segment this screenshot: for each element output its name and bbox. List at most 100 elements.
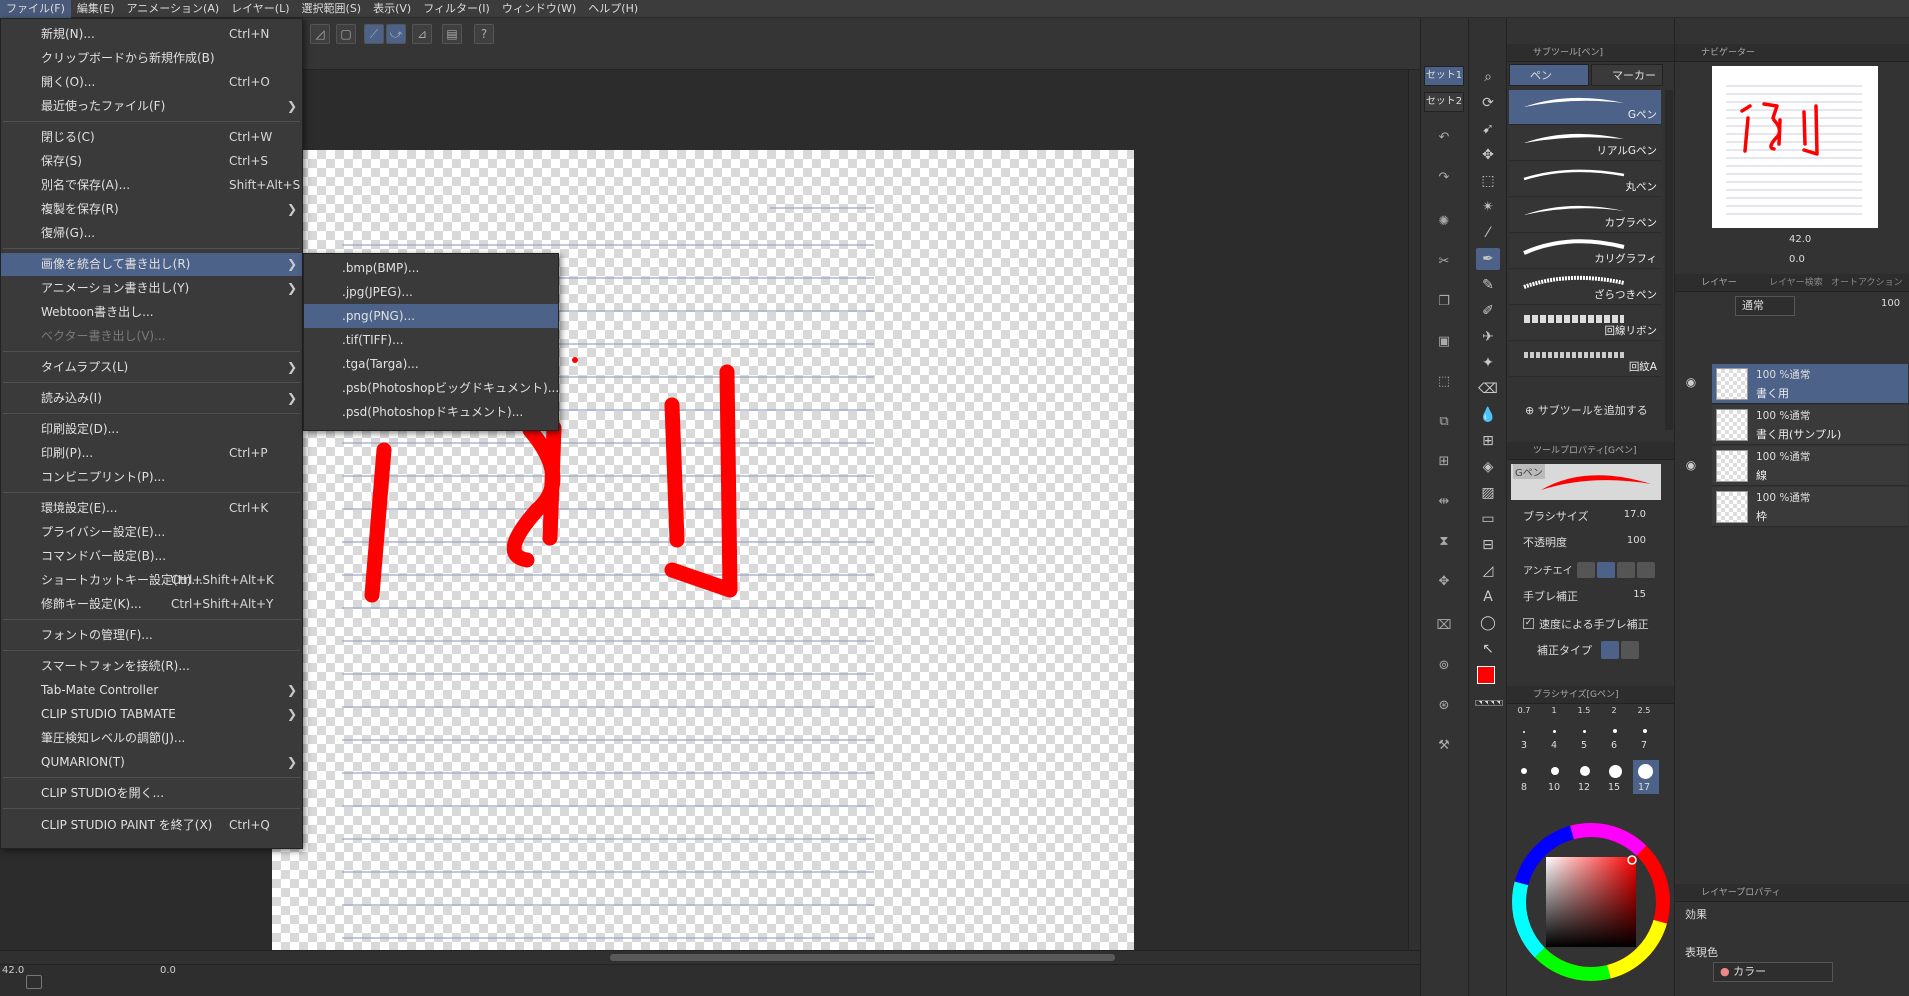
eye-icon[interactable]: ◉ [1683, 458, 1699, 472]
transform-icon[interactable]: ⬚ [1436, 374, 1452, 390]
tab-set-1[interactable]: セット1 [1424, 66, 1464, 86]
menu-item-timelapse[interactable]: タイムラプス(L) ❯ [1, 356, 302, 379]
layer-row[interactable]: 100 %通常 書く用 [1712, 364, 1908, 404]
menu-item-revert[interactable]: 復帰(G)... [1, 222, 302, 245]
screen-icon[interactable]: ⌧ [1436, 618, 1452, 634]
move-layer-icon[interactable]: ✥ [1436, 574, 1452, 590]
menu-item-quit[interactable]: CLIP STUDIO PAINT を終了(X) Ctrl+Q [1, 814, 302, 837]
antialias-row[interactable]: アンチエイ [1509, 558, 1664, 582]
menu-item-print-settings[interactable]: 印刷設定(D)... [1, 418, 302, 441]
brush-calligraphy[interactable]: カリグラフィ [1509, 234, 1661, 269]
paste-icon[interactable]: ▣ [1436, 334, 1452, 350]
menu-item-open[interactable]: 開く(O)... Ctrl+O [1, 71, 302, 94]
move-tool-icon[interactable]: ✥ [1476, 144, 1500, 166]
eye-icon[interactable]: ◉ [1683, 375, 1699, 389]
gradient-tool-icon[interactable]: ▨ [1476, 482, 1500, 504]
bucket-tool-icon[interactable]: ◈ [1476, 456, 1500, 478]
color-wheel[interactable] [1506, 810, 1674, 996]
brush-real-g-pen[interactable]: リアルGペン [1509, 126, 1661, 161]
menu-item-print[interactable]: 印刷(P)... Ctrl+P [1, 442, 302, 465]
rotate-tool-icon[interactable]: ⟳ [1476, 92, 1500, 114]
layer-row[interactable]: 100 %通常 線 [1712, 446, 1908, 486]
panel-toggle-icon[interactable] [26, 975, 42, 989]
menu-item-preferences[interactable]: 環境設定(E)... Ctrl+K [1, 497, 302, 520]
menu-item-recent-files[interactable]: 最近使ったファイル(F) ❯ [1, 95, 302, 118]
vertical-scrollbar[interactable] [1408, 70, 1420, 950]
menu-item-save-as[interactable]: 別名で保存(A)... Shift+Alt+S [1, 174, 302, 197]
menu-item-font-management[interactable]: フォントの管理(F)... [1, 624, 302, 647]
menu-item-open-clip-studio[interactable]: CLIP STUDIOを開く... [1, 782, 302, 805]
add-subtool-button[interactable]: ⊕ サブツールを追加する [1525, 402, 1648, 418]
mesh-icon[interactable]: ⊞ [1436, 454, 1452, 470]
menu-item-save[interactable]: 保存(S) Ctrl+S [1, 150, 302, 173]
correction-type-row[interactable]: 補正タイプ [1509, 638, 1664, 662]
zoom-tool-icon[interactable]: ⌕ [1476, 66, 1500, 88]
menu-selection[interactable]: 選択範囲(S) [296, 0, 368, 18]
menu-item-privacy-settings[interactable]: プライバシー設定(E)... [1, 521, 302, 544]
brush-ribbon[interactable]: 回線リボン [1509, 306, 1661, 341]
menu-item-qumarion[interactable]: QUMARION(T) ❯ [1, 751, 302, 774]
menu-item-export-flattened[interactable]: 画像を統合して書き出し(R) ❯ [1, 253, 302, 276]
export-psb[interactable]: .psb(Photoshopビッグドキュメント)... [304, 376, 559, 400]
copy-icon[interactable]: ❐ [1436, 294, 1452, 310]
selection-tool-icon[interactable]: ⬚ [1476, 170, 1500, 192]
magic-wand-icon[interactable]: ✴ [1476, 196, 1500, 218]
brush-rough-pen[interactable]: ざらつきペン [1509, 270, 1661, 305]
ruler-tool-icon[interactable]: ◿ [1476, 560, 1500, 582]
decoration-tool-icon[interactable]: ✦ [1476, 352, 1500, 374]
menu-item-pressure-adjust[interactable]: 筆圧検知レベルの調節(J)... [1, 727, 302, 750]
tab-marker[interactable]: マーカー [1591, 64, 1663, 86]
pencil-tool-icon[interactable]: ✎ [1476, 274, 1500, 296]
export-png[interactable]: .png(PNG)... [304, 304, 558, 328]
eraser-tool-icon[interactable]: ⌫ [1476, 378, 1500, 400]
menu-animation[interactable]: アニメーション(A) [120, 0, 225, 18]
menu-item-export-animation[interactable]: アニメーション書き出し(Y) ❯ [1, 277, 302, 300]
horizontal-scrollbar[interactable] [0, 950, 1420, 964]
menu-item-export-webtoon[interactable]: Webtoon書き出し... [1, 301, 302, 324]
menu-item-new[interactable]: 新規(N)... Ctrl+N [1, 23, 302, 46]
brush-g-pen[interactable]: Gペン [1509, 90, 1661, 125]
select-icon[interactable]: ⊚ [1436, 658, 1452, 674]
blend-mode-dropdown[interactable]: 通常 [1735, 296, 1795, 316]
menu-item-shortcut-settings[interactable]: ショートカットキー設定(H)... Ctrl+Shift+Alt+K [1, 569, 302, 592]
menu-filter[interactable]: フィルター(I) [417, 0, 496, 18]
snap-special-ruler-icon[interactable]: ⤻ [386, 24, 406, 44]
eyedropper-icon[interactable]: ⁄ [1476, 222, 1500, 244]
navigator-preview[interactable] [1712, 66, 1878, 228]
menu-window[interactable]: ウィンドウ(W) [496, 0, 582, 18]
balloon-tool-icon[interactable]: ◯ [1476, 612, 1500, 634]
menu-layer[interactable]: レイヤー(L) [225, 0, 295, 18]
export-psd[interactable]: .psd(Photoshopドキュメント)... [304, 400, 558, 424]
menu-item-tabmate[interactable]: CLIP STUDIO TABMATE ❯ [1, 703, 302, 726]
export-jpg[interactable]: .jpg(JPEG)... [304, 280, 558, 304]
menu-item-close[interactable]: 閉じる(C) Ctrl+W [1, 126, 302, 149]
brush-kabura-pen[interactable]: カブラペン [1509, 198, 1661, 233]
airbrush-tool-icon[interactable]: ✈ [1476, 326, 1500, 348]
menu-help[interactable]: ヘルプ(H) [582, 0, 644, 18]
free-transform-icon[interactable]: ⧉ [1436, 414, 1452, 430]
transparent-swatch[interactable] [1475, 700, 1503, 706]
menu-item-save-copy[interactable]: 複製を保存(R) ❯ [1, 198, 302, 221]
tab-pen[interactable]: ペン [1509, 64, 1589, 86]
text-tool-icon[interactable]: A [1476, 586, 1500, 608]
speed-stabilization-row[interactable]: ✓ 速度による手ブレ補正 [1509, 612, 1664, 636]
menu-item-connect-smartphone[interactable]: スマートフォンを接続(R)... [1, 655, 302, 678]
layer-row[interactable]: 100 %通常 枠 [1712, 487, 1908, 527]
navigator-zoom[interactable]: 42.0 [1789, 234, 1811, 245]
brush-size-row[interactable]: ブラシサイズ 17.0 [1509, 504, 1664, 528]
main-color-swatch[interactable] [1477, 666, 1495, 684]
menu-edit[interactable]: 編集(E) [71, 0, 121, 18]
layer-opacity-value[interactable]: 100 [1881, 298, 1900, 309]
frame-tool-icon[interactable]: ▭ [1476, 508, 1500, 530]
stabilization-row[interactable]: 手ブレ補正 15 [1509, 584, 1664, 608]
brush-pattern-a[interactable]: 回紋A [1509, 342, 1661, 377]
export-tif[interactable]: .tif(TIFF)... [304, 328, 558, 352]
export-bmp[interactable]: .bmp(BMP)... [304, 256, 558, 280]
pen-tool-icon[interactable]: ✒ [1476, 248, 1500, 270]
menu-item-tab-mate-controller[interactable]: Tab-Mate Controller ❯ [1, 679, 302, 702]
frame-icon[interactable]: ▢ [336, 24, 356, 44]
menu-item-new-from-clipboard[interactable]: クリップボードから新規作成(B) [1, 47, 302, 70]
wrench-icon[interactable]: ⚒ [1436, 738, 1452, 754]
menu-item-import[interactable]: 読み込み(I) ❯ [1, 387, 302, 410]
menu-item-convenience-print[interactable]: コンビニプリント(P)... [1, 466, 302, 489]
